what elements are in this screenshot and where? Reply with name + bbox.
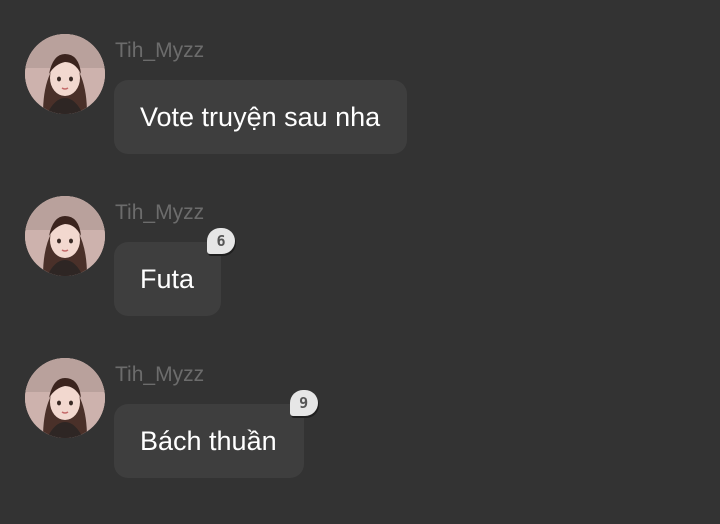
username[interactable]: Tih_Myzz bbox=[115, 200, 204, 226]
chat-message: Tih_Myzz Vote truyện sau nha bbox=[0, 34, 720, 184]
avatar-portrait-icon bbox=[25, 358, 105, 438]
avatar-portrait-icon bbox=[25, 196, 105, 276]
message-bubble[interactable]: Futa 6 bbox=[114, 228, 236, 316]
chat-message: Tih_Myzz Futa 6 bbox=[0, 196, 720, 346]
avatar-portrait-icon bbox=[25, 34, 105, 114]
user-avatar[interactable] bbox=[25, 34, 105, 114]
reaction-count-badge[interactable]: 9 bbox=[289, 390, 318, 416]
username[interactable]: Tih_Myzz bbox=[115, 362, 204, 388]
message-text: Bách thuần bbox=[140, 426, 277, 456]
user-avatar[interactable] bbox=[25, 358, 105, 438]
message-text: Vote truyện sau nha bbox=[140, 102, 381, 132]
username[interactable]: Tih_Myzz bbox=[115, 38, 204, 64]
message-text: Futa bbox=[140, 264, 195, 294]
chat-thread: Tih_Myzz Vote truyện sau nha Tih_Myzz Fu… bbox=[0, 0, 720, 524]
message-bubble[interactable]: Vote truyện sau nha bbox=[114, 80, 408, 154]
user-avatar[interactable] bbox=[25, 196, 105, 276]
reaction-count-badge[interactable]: 6 bbox=[207, 228, 236, 254]
chat-message: Tih_Myzz Bách thuần 9 bbox=[0, 358, 720, 508]
message-bubble[interactable]: Bách thuần 9 bbox=[114, 390, 318, 478]
